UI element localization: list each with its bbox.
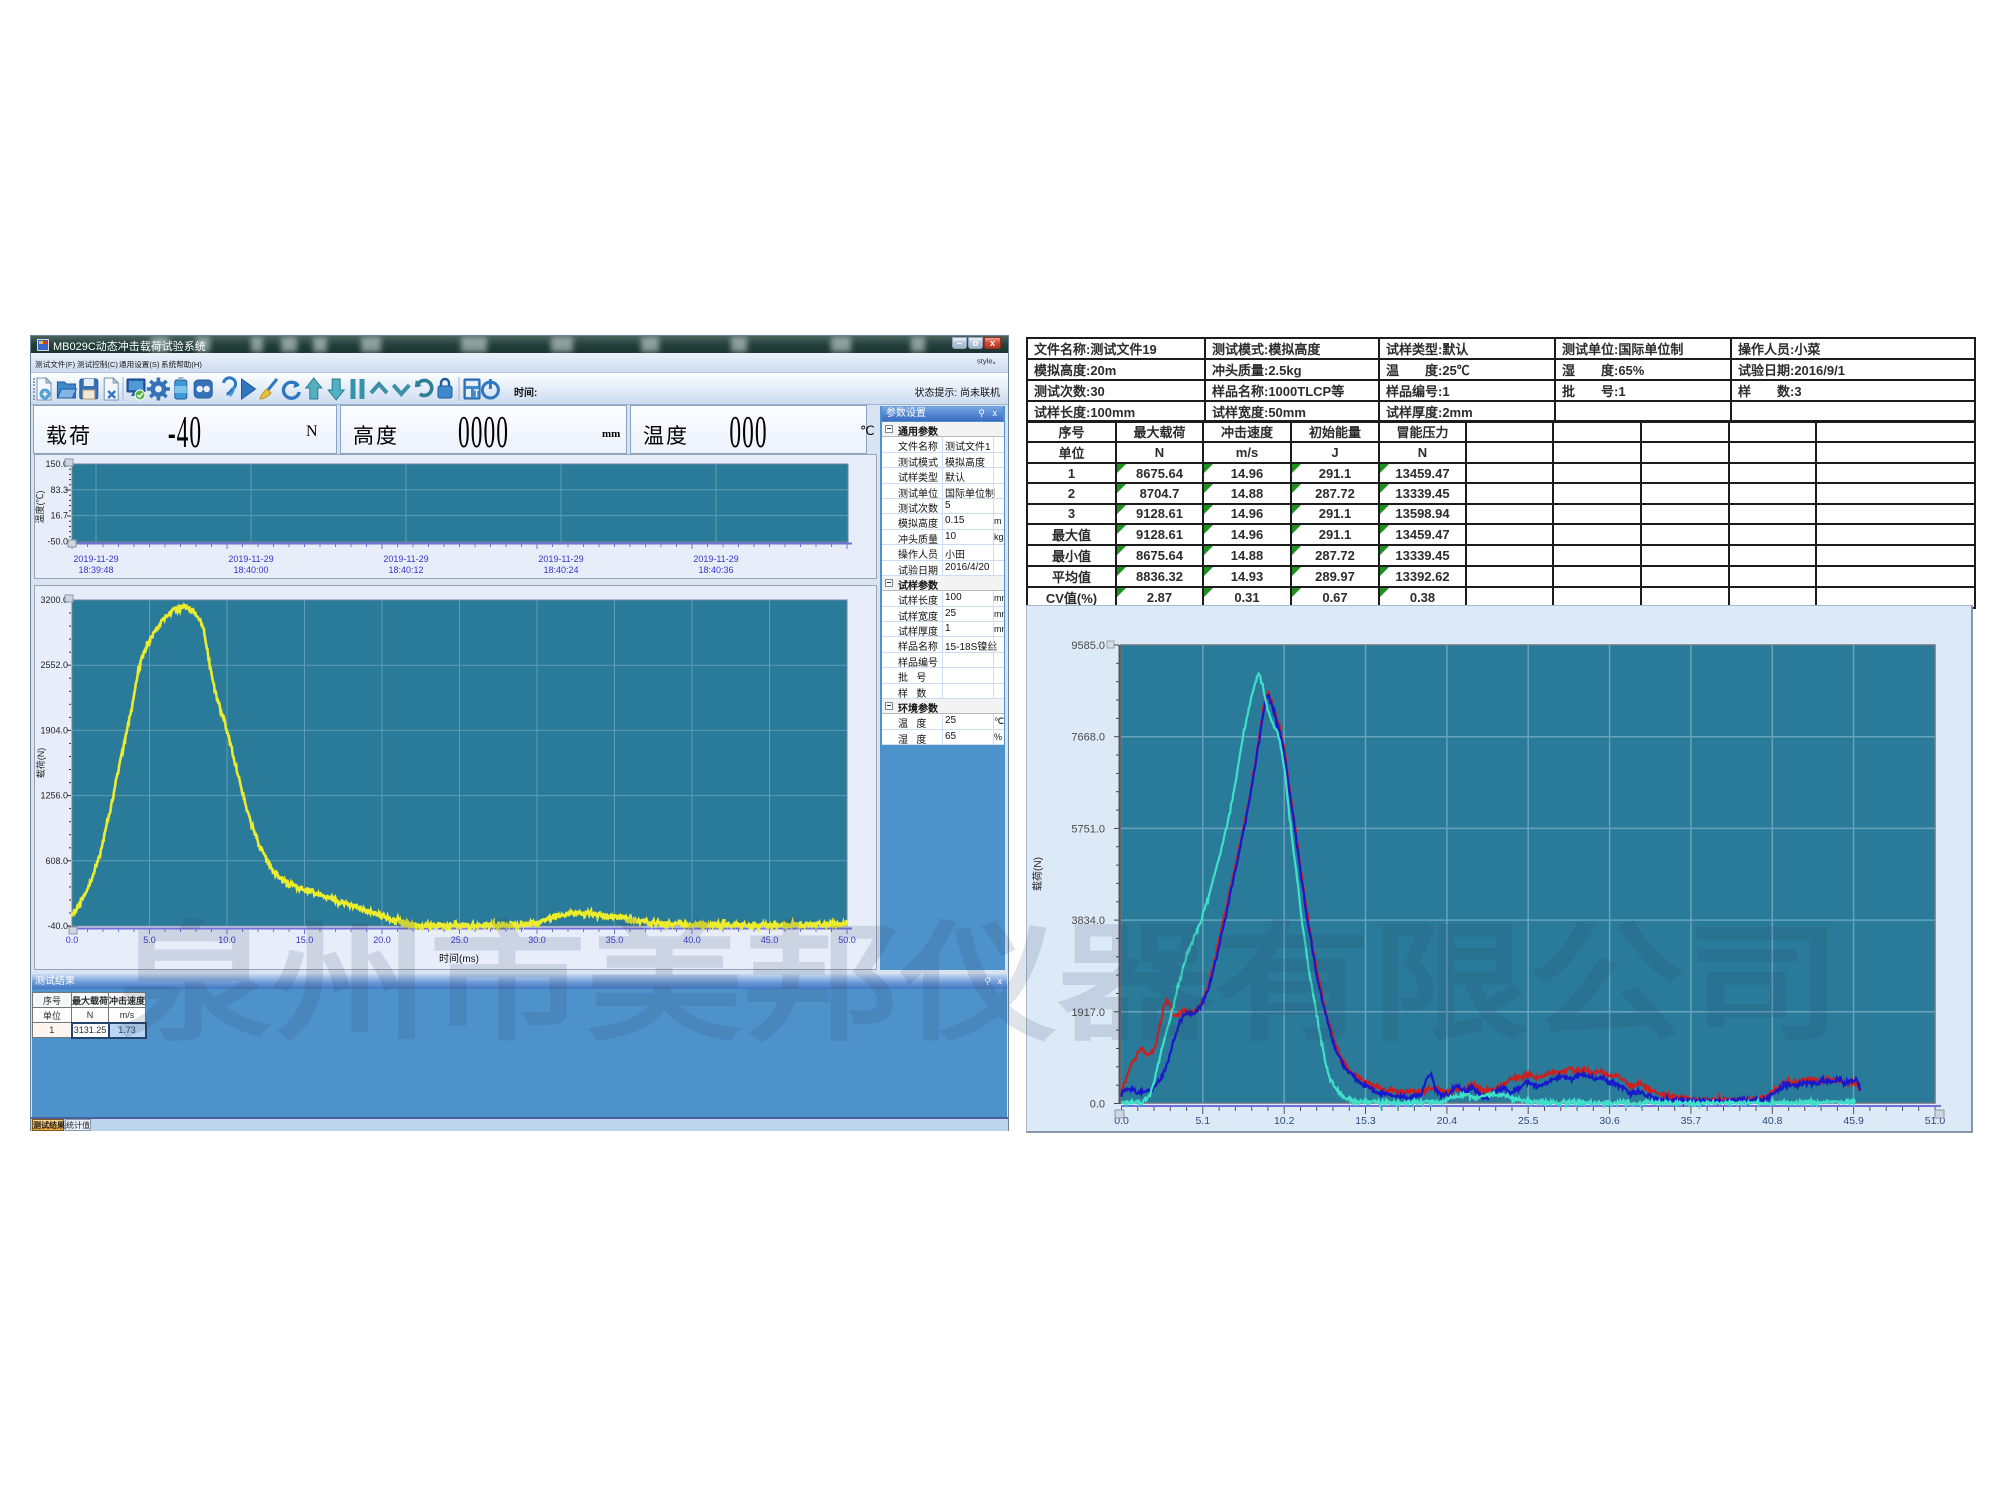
svg-text:25.5: 25.5: [1518, 1115, 1539, 1127]
svg-text:2019-11-29: 2019-11-29: [73, 554, 118, 564]
svg-text:30.6: 30.6: [1599, 1115, 1620, 1127]
svg-text:5751.0: 5751.0: [1071, 823, 1105, 835]
svg-text:-40.0: -40.0: [47, 921, 68, 931]
svg-text:608.0: 608.0: [45, 856, 68, 866]
svg-text:18:40:12: 18:40:12: [388, 565, 423, 575]
svg-text:9585.0: 9585.0: [1071, 640, 1105, 652]
svg-text:5.1: 5.1: [1195, 1115, 1210, 1127]
svg-text:-50.0: -50.0: [47, 536, 68, 546]
svg-text:3200.0: 3200.0: [40, 595, 68, 605]
svg-text:16.7: 16.7: [50, 511, 68, 521]
svg-text:20.4: 20.4: [1437, 1115, 1458, 1127]
svg-text:2019-11-29: 2019-11-29: [538, 554, 583, 564]
svg-text:35.7: 35.7: [1681, 1115, 1702, 1127]
svg-text:40.8: 40.8: [1762, 1115, 1783, 1127]
svg-text:18:40:36: 18:40:36: [698, 565, 733, 575]
svg-text:18:40:00: 18:40:00: [233, 565, 268, 575]
svg-text:2019-11-29: 2019-11-29: [383, 554, 428, 564]
svg-text:2019-11-29: 2019-11-29: [228, 554, 273, 564]
svg-text:15.3: 15.3: [1355, 1115, 1376, 1127]
svg-text:0.0: 0.0: [1090, 1099, 1105, 1111]
svg-text:45.9: 45.9: [1843, 1115, 1864, 1127]
svg-text:1256.0: 1256.0: [40, 791, 68, 801]
svg-text:2552.0: 2552.0: [40, 660, 68, 670]
svg-text:83.3: 83.3: [50, 485, 68, 495]
svg-text:10.2: 10.2: [1274, 1115, 1295, 1127]
svg-text:载荷(N): 载荷(N): [35, 748, 46, 779]
svg-text:2019-11-29: 2019-11-29: [693, 554, 738, 564]
svg-text:0.0: 0.0: [66, 935, 79, 945]
svg-text:温度(℃): 温度(℃): [35, 491, 45, 524]
svg-text:1904.0: 1904.0: [40, 725, 68, 735]
svg-text:18:39:48: 18:39:48: [78, 565, 113, 575]
svg-text:7668.0: 7668.0: [1071, 732, 1105, 744]
svg-text:18:40:24: 18:40:24: [543, 565, 578, 575]
